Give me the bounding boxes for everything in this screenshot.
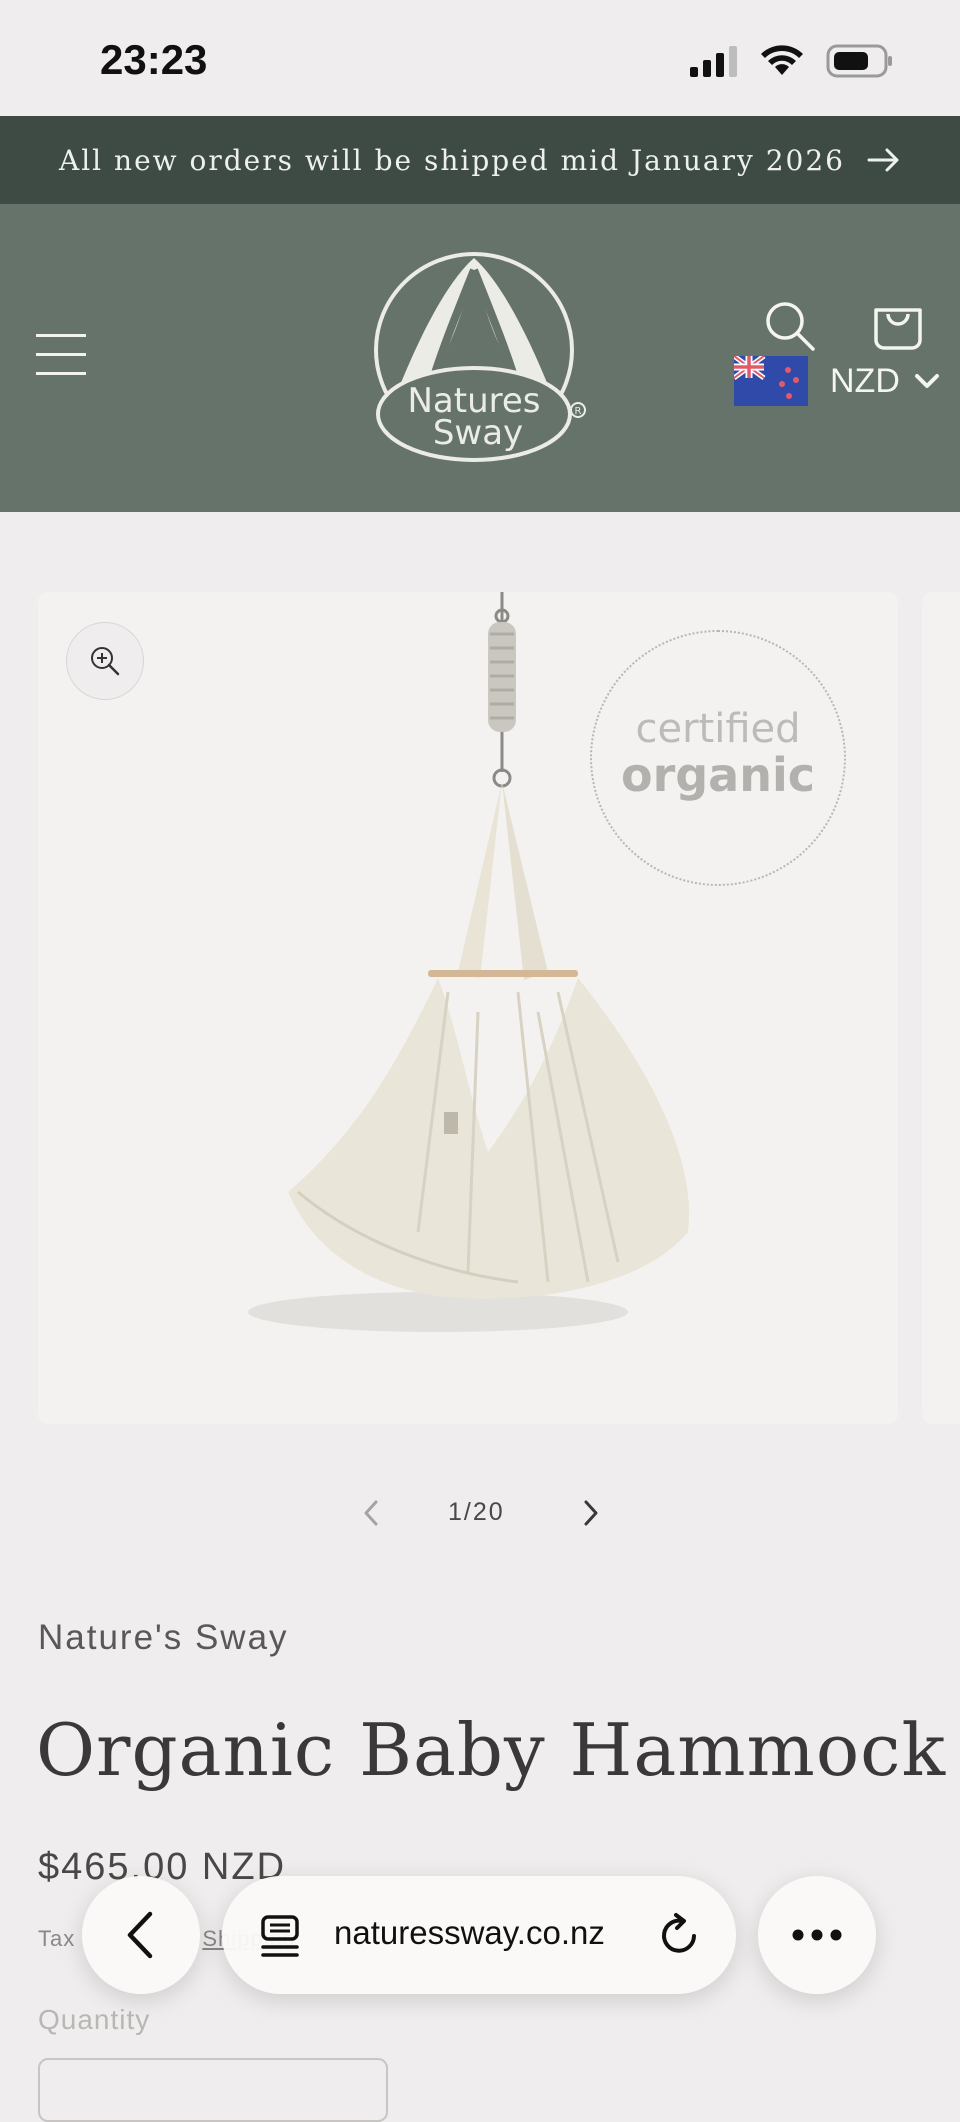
site-logo[interactable]: Natures Sway R <box>368 250 592 477</box>
cart-icon[interactable] <box>872 300 924 357</box>
announcement-text: All new orders will be shipped mid Janua… <box>59 143 845 177</box>
site-header: Natures Sway R NZD <box>0 204 960 512</box>
signal-icon <box>690 46 737 77</box>
status-bar: 23:23 <box>0 0 960 116</box>
back-button[interactable] <box>82 1876 200 1994</box>
chevron-down-icon <box>914 372 940 390</box>
chevron-left-icon <box>127 1911 153 1959</box>
reload-icon[interactable] <box>658 1912 702 1963</box>
more-button[interactable] <box>758 1876 876 1994</box>
quantity-stepper[interactable] <box>38 2058 388 2122</box>
svg-text:R: R <box>575 406 582 417</box>
product-title: Organic Baby Hammock <box>36 1708 947 1792</box>
chevron-left-icon[interactable] <box>358 1498 384 1533</box>
logo-text-2: Sway <box>433 413 523 453</box>
slider-controls: 1/20 <box>0 1490 960 1540</box>
status-time: 23:23 <box>100 36 208 83</box>
badge-line-1: certified <box>635 706 801 752</box>
status-icons <box>688 44 894 78</box>
currency-code: NZD <box>830 361 900 400</box>
nz-flag-icon <box>734 356 808 406</box>
slider-counter: 1/20 <box>448 1498 505 1526</box>
product-image[interactable]: certified organic <box>38 592 898 1424</box>
currency-selector[interactable]: NZD <box>734 356 940 406</box>
badge-line-2: organic <box>620 748 816 802</box>
next-image-peek[interactable] <box>922 592 960 1424</box>
ellipsis-icon <box>792 1929 842 1941</box>
announcement-bar[interactable]: All new orders will be shipped mid Janua… <box>0 116 960 204</box>
address-bar[interactable]: naturessway.co.nz <box>222 1876 736 1994</box>
chevron-right-icon[interactable] <box>578 1498 604 1533</box>
search-icon[interactable] <box>764 300 816 357</box>
certified-organic-badge: certified organic <box>590 630 846 886</box>
browser-toolbar: naturessway.co.nz <box>0 1860 960 2020</box>
zoom-in-icon <box>91 647 120 676</box>
battery-icon <box>826 44 892 78</box>
wifi-icon <box>761 45 803 75</box>
tabs-icon[interactable] <box>260 1914 302 1963</box>
menu-icon[interactable] <box>36 334 86 380</box>
arrow-right-icon <box>867 147 901 173</box>
product-vendor: Nature's Sway <box>38 1618 289 1657</box>
zoom-button[interactable] <box>66 622 144 700</box>
url-text: naturessway.co.nz <box>334 1914 605 1951</box>
